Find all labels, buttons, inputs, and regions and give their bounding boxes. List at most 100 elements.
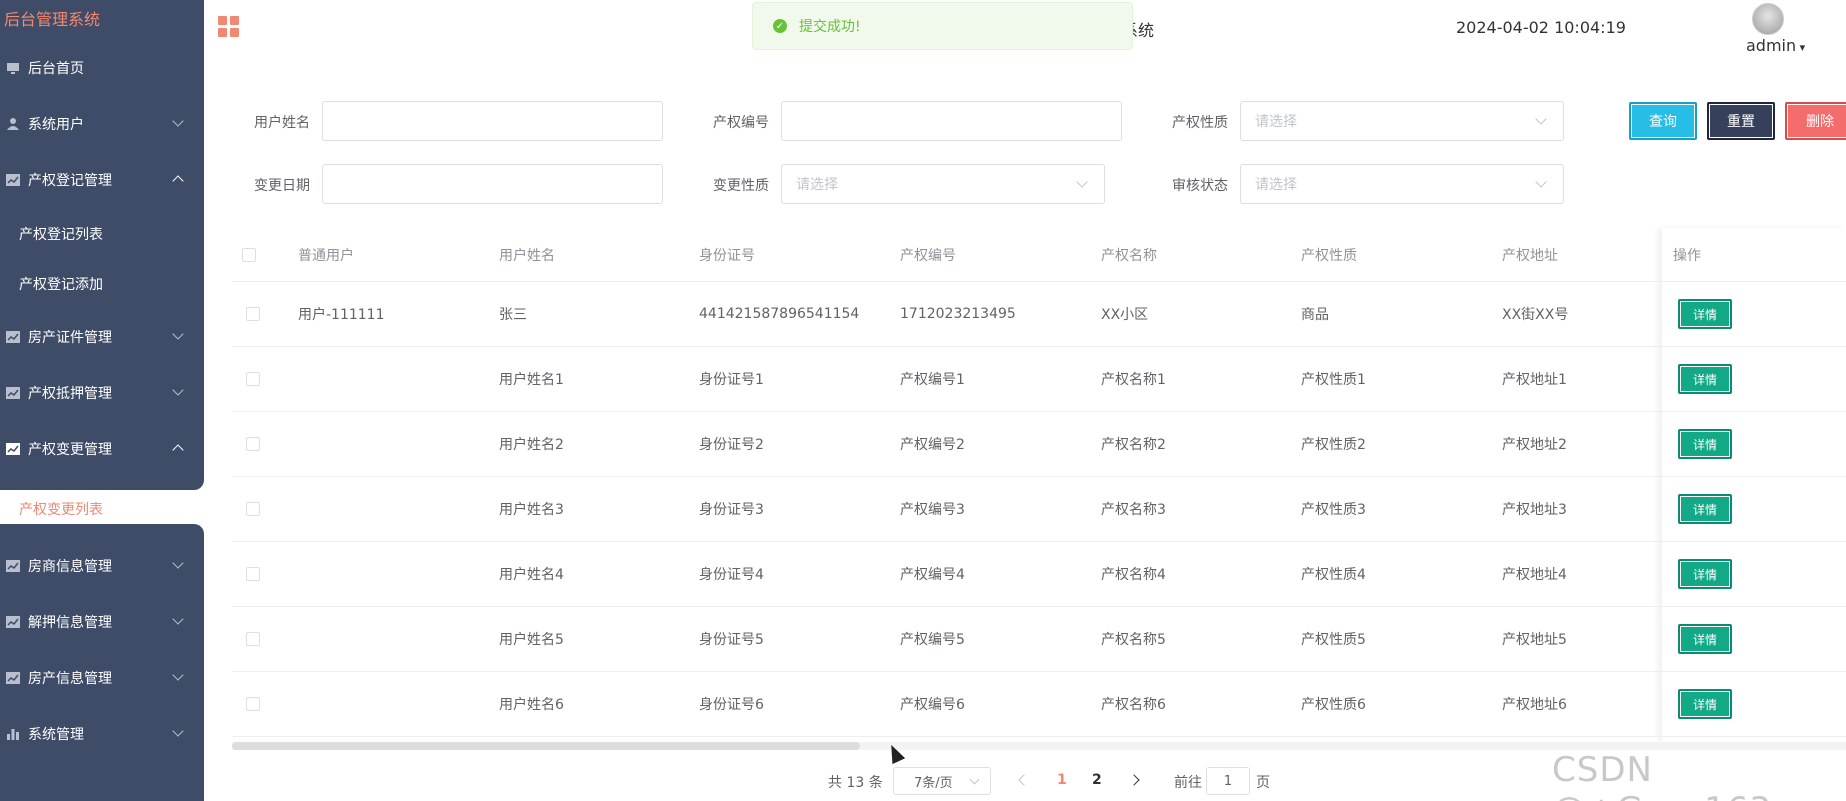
sidebar-item-label: 系统用户 — [28, 117, 84, 133]
table-cell: 产权性质1 — [1301, 372, 1366, 388]
goto-label: 前往 — [1174, 775, 1202, 791]
sidebar-item-home[interactable]: 后台首页 — [0, 48, 204, 88]
row-checkbox[interactable] — [246, 372, 260, 386]
column-header: 产权性质 — [1301, 247, 1357, 264]
sidebar-item-change[interactable]: 产权变更管理 — [0, 429, 204, 469]
table-cell: 身份证号5 — [699, 632, 764, 648]
column-header: 产权名称 — [1101, 247, 1157, 264]
audit-select[interactable]: 请选择 — [1240, 164, 1564, 204]
column-header: 产权地址 — [1502, 247, 1558, 264]
change-nature-select[interactable]: 请选择 — [781, 164, 1105, 204]
table-row: 用户姓名6 身份证号6 产权编号6 产权名称6 产权性质6 产权地址6 详情 — [232, 672, 1846, 737]
avatar[interactable] — [1752, 3, 1784, 35]
table-row: 用户姓名2 身份证号2 产权编号2 产权名称2 产权性质2 产权地址2 详情 — [232, 412, 1846, 477]
column-header: 身份证号 — [699, 247, 755, 264]
nature-placeholder: 请选择 — [1255, 114, 1297, 130]
table-row: 用户-111111 张三 441421587896541154 17120232134… — [232, 282, 1846, 347]
select-all-checkbox[interactable] — [242, 248, 256, 262]
monitor-icon — [6, 61, 20, 75]
column-header: 用户姓名 — [499, 247, 555, 264]
app-root: 后台管理系统 后台首页 系统用户 产权登记管理 产权登记列表 产权登记添加 房产… — [0, 0, 1846, 801]
table-cell: 产权编号5 — [900, 632, 965, 648]
detail-button[interactable]: 详情 — [1678, 494, 1732, 524]
menu-grid-icon[interactable] — [218, 16, 240, 38]
change-date-input[interactable] — [322, 164, 663, 204]
reset-button[interactable]: 重置 — [1707, 102, 1775, 140]
table-cell: 用户姓名5 — [499, 632, 564, 648]
row-checkbox[interactable] — [246, 307, 260, 321]
page-size-value: 7条/页 — [914, 775, 953, 791]
chevron-down-icon — [172, 384, 184, 396]
row-checkbox[interactable] — [246, 502, 260, 516]
prev-page-icon[interactable] — [1018, 774, 1030, 786]
table-cell: 产权编号4 — [900, 567, 965, 583]
chevron-down-icon — [172, 115, 184, 127]
sidebar-item-certificate[interactable]: 房产证件管理 — [0, 317, 204, 357]
table-cell: 产权编号1 — [900, 372, 965, 388]
detail-button[interactable]: 详情 — [1678, 429, 1732, 459]
caret-down-icon: ▾ — [1796, 41, 1806, 54]
sidebar-item-system-manage[interactable]: 系统管理 — [0, 714, 204, 754]
table-header-row: 普通用户 用户姓名 身份证号 产权编号 产权名称 产权性质 产权地址 操作 — [232, 228, 1846, 282]
page-number[interactable]: 1 — [1057, 772, 1067, 788]
chart-icon — [6, 559, 20, 573]
table-cell: 产权地址5 — [1502, 632, 1567, 648]
detail-button[interactable]: 详情 — [1678, 299, 1732, 329]
delete-button[interactable]: 删除 — [1785, 102, 1846, 140]
page-size-select[interactable]: 7条/页 — [893, 767, 991, 795]
property-no-input[interactable] — [781, 101, 1122, 141]
page-number[interactable]: 2 — [1092, 772, 1102, 788]
table-cell: 产权性质6 — [1301, 697, 1366, 713]
horizontal-scrollbar[interactable] — [232, 742, 1846, 750]
table-cell: 用户姓名4 — [499, 567, 564, 583]
sidebar-item-label: 系统管理 — [28, 727, 84, 743]
chart-icon — [6, 671, 20, 685]
sidebar-sub-registration-add[interactable]: 产权登记添加 — [19, 274, 103, 294]
table-cell: 身份证号2 — [699, 437, 764, 453]
chevron-down-icon — [1535, 176, 1547, 188]
goto-page-input[interactable]: 1 — [1206, 767, 1250, 795]
sidebar-sub-registration-list[interactable]: 产权登记列表 — [19, 224, 103, 244]
sidebar-item-system-user[interactable]: 系统用户 — [0, 104, 204, 144]
table-row: 用户姓名1 身份证号1 产权编号1 产权名称1 产权性质1 产权地址1 详情 — [232, 347, 1846, 412]
app-logo-text: 后台管理系统 — [4, 10, 101, 29]
detail-button[interactable]: 详情 — [1678, 364, 1732, 394]
pagination-total: 共 13 条 — [828, 775, 883, 791]
toast-message: 提交成功! — [799, 19, 861, 35]
table-row: 用户姓名3 身份证号3 产权编号3 产权名称3 产权性质3 产权地址3 详情 — [232, 477, 1846, 542]
query-button[interactable]: 查询 — [1629, 102, 1697, 140]
table-cell: 产权地址1 — [1502, 372, 1567, 388]
table-cell: 产权名称4 — [1101, 567, 1166, 583]
table-cell: 身份证号6 — [699, 697, 764, 713]
row-checkbox[interactable] — [246, 567, 260, 581]
chart-icon — [6, 173, 20, 187]
sidebar-item-release[interactable]: 解押信息管理 — [0, 602, 204, 642]
table-cell: 产权性质2 — [1301, 437, 1366, 453]
sidebar-item-property-registration[interactable]: 产权登记管理 — [0, 160, 204, 200]
column-header: 产权编号 — [900, 247, 956, 264]
table-cell: 1712023213495 — [900, 306, 1016, 322]
sidebar-sub-change-list[interactable]: 产权变更列表 — [19, 499, 103, 519]
row-checkbox[interactable] — [246, 632, 260, 646]
next-page-icon[interactable] — [1128, 774, 1140, 786]
nature-select[interactable]: 请选择 — [1240, 101, 1564, 141]
detail-button[interactable]: 详情 — [1678, 689, 1732, 719]
change-nature-placeholder: 请选择 — [796, 177, 838, 193]
sidebar-item-house-info[interactable]: 房产信息管理 — [0, 658, 204, 698]
table-cell: XX小区 — [1101, 307, 1149, 323]
detail-button[interactable]: 详情 — [1678, 559, 1732, 589]
username-input[interactable] — [322, 101, 663, 141]
bar-chart-icon — [6, 727, 20, 741]
row-checkbox[interactable] — [246, 697, 260, 711]
header-datetime: 2024-04-02 10:04:19 — [1456, 18, 1626, 37]
table-cell: 产权地址4 — [1502, 567, 1567, 583]
sidebar-item-developer[interactable]: 房商信息管理 — [0, 546, 204, 586]
user-menu[interactable]: admin ▾ — [1746, 36, 1805, 55]
table-cell: 身份证号1 — [699, 372, 764, 388]
row-checkbox[interactable] — [246, 437, 260, 451]
table-cell: 441421587896541154 — [699, 306, 860, 322]
scrollbar-thumb[interactable] — [232, 742, 860, 750]
detail-button[interactable]: 详情 — [1678, 624, 1732, 654]
table-cell: 产权名称2 — [1101, 437, 1166, 453]
sidebar-item-mortgage[interactable]: 产权抵押管理 — [0, 373, 204, 413]
